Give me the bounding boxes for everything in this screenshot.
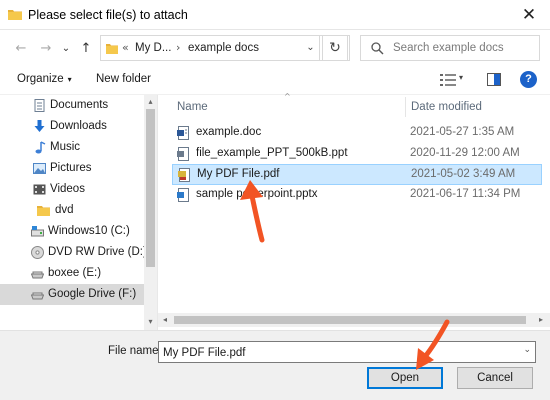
sidebar-item-dvd-rw-drive[interactable]: DVD RW Drive (D:) <box>0 242 147 263</box>
sidebar-item-label: Google Drive (F:) <box>48 288 137 300</box>
sidebar-item-music[interactable]: Music <box>0 137 144 158</box>
downloads-icon <box>34 120 45 132</box>
file-date: 2021-06-17 11:34 PM <box>410 188 521 200</box>
preview-pane-icon[interactable] <box>487 73 501 86</box>
music-icon <box>35 141 46 154</box>
sidebar-item-boxee-e[interactable]: boxee (E:) <box>0 263 144 284</box>
search-input[interactable] <box>393 40 533 56</box>
sidebar-item-label: Videos <box>50 183 85 195</box>
dialog-body: Documents Downloads Music Pictures Video… <box>0 92 550 331</box>
file-row-ppt[interactable]: file_example_PPT_500kB.ppt 2020-11-29 12… <box>172 144 542 165</box>
sidebar-item-label: Windows10 (C:) <box>48 225 130 237</box>
file-list: ^ Name Date modified example.doc 2021-05… <box>158 92 550 331</box>
scroll-down-icon[interactable]: ▾ <box>144 315 157 328</box>
sidebar-item-dvd[interactable]: dvd <box>0 200 144 221</box>
file-name: sample powerpoint.pptx <box>196 188 318 200</box>
window-title: Please select file(s) to attach <box>28 8 188 22</box>
command-toolbar: Organize ▾ New folder ▾ ? <box>0 68 550 94</box>
address-dropdown-icon[interactable]: ⌄ <box>302 35 320 61</box>
drive-icon <box>31 226 44 237</box>
sidebar-item-label: Music <box>50 141 81 153</box>
view-options-icon[interactable] <box>440 73 456 87</box>
file-name: example.doc <box>196 126 262 138</box>
sidebar-item-label: Documents <box>50 99 109 111</box>
folder-icon <box>106 44 118 54</box>
title-bar: Please select file(s) to attach ✕ <box>0 0 550 30</box>
file-name-label: File name: <box>108 345 162 357</box>
file-date: 2020-11-29 12:00 AM <box>410 147 520 159</box>
file-name: file_example_PPT_500kB.ppt <box>196 147 348 159</box>
sidebar-item-label: DVD RW Drive (D:) <box>48 246 147 258</box>
breadcrumb-my-documents[interactable]: My D... <box>135 42 171 54</box>
sidebar-scrollbar[interactable]: ▴ ▾ <box>144 95 157 331</box>
organize-button[interactable]: Organize ▾ <box>17 73 72 85</box>
chevron-down-icon: ▾ <box>67 75 72 84</box>
search-icon <box>371 42 384 55</box>
file-row-example-doc[interactable]: example.doc 2021-05-27 1:35 AM <box>172 123 542 144</box>
file-date: 2021-05-02 3:49 AM <box>411 168 516 180</box>
file-row-my-pdf-file[interactable]: My PDF File.pdf 2021-05-02 3:49 AM <box>172 164 542 185</box>
file-name-input[interactable] <box>163 345 513 360</box>
sidebar-item-downloads[interactable]: Downloads <box>0 116 144 137</box>
file-row-sample-powerpoint[interactable]: sample powerpoint.pptx 2021-06-17 11:34 … <box>172 185 542 206</box>
sidebar-item-label: Downloads <box>50 120 107 132</box>
dvd-drive-icon <box>31 246 44 259</box>
ppt-icon <box>177 147 189 161</box>
back-arrow-icon[interactable]: ← <box>12 40 30 58</box>
dialog-footer: File name: ⌄ Open Cancel <box>0 330 550 400</box>
breadcrumb-separator-icon: › <box>176 41 181 54</box>
pictures-icon <box>33 163 46 174</box>
sidebar-item-label: boxee (E:) <box>48 267 102 279</box>
pdf-icon <box>178 168 190 182</box>
cancel-button[interactable]: Cancel <box>457 367 533 389</box>
file-name-dropdown-icon[interactable]: ⌄ <box>523 345 531 355</box>
removable-drive-icon <box>31 292 44 300</box>
view-dropdown-chevron-icon[interactable]: ▾ <box>459 73 463 82</box>
search-box[interactable] <box>360 35 540 61</box>
scrollbar-thumb[interactable] <box>146 109 155 267</box>
navigation-pane: Documents Downloads Music Pictures Video… <box>0 95 158 331</box>
folder-app-icon <box>8 10 22 20</box>
scrollbar-thumb[interactable] <box>174 316 526 324</box>
sidebar-item-videos[interactable]: Videos <box>0 179 144 200</box>
file-list-horizontal-scrollbar[interactable]: ◂ ▸ <box>158 313 550 327</box>
column-header-date-modified[interactable]: Date modified <box>411 101 482 113</box>
scroll-left-icon[interactable]: ◂ <box>158 313 172 327</box>
breadcrumb-example-docs[interactable]: example docs <box>188 42 259 54</box>
help-icon[interactable]: ? <box>520 71 537 88</box>
new-folder-button[interactable]: New folder <box>96 73 151 85</box>
pptx-icon <box>177 188 189 202</box>
videos-icon <box>33 184 46 195</box>
word-doc-icon <box>177 126 189 140</box>
recent-locations-chevron-icon[interactable]: ⌄ <box>57 40 75 58</box>
overflow-chevron-icon[interactable]: « <box>122 41 129 54</box>
open-button[interactable]: Open <box>367 367 443 389</box>
scroll-right-icon[interactable]: ▸ <box>534 313 548 327</box>
forward-arrow-icon[interactable]: → <box>37 40 55 58</box>
folder-icon <box>37 206 50 216</box>
removable-drive-icon <box>31 271 44 279</box>
sort-ascending-icon: ^ <box>284 92 291 101</box>
up-arrow-icon[interactable]: ↑ <box>77 40 95 58</box>
column-header-name[interactable]: Name <box>177 101 208 113</box>
file-name: My PDF File.pdf <box>197 168 280 180</box>
sidebar-item-label: dvd <box>55 204 74 216</box>
column-divider[interactable] <box>405 97 406 117</box>
scroll-up-icon[interactable]: ▴ <box>144 95 157 108</box>
sidebar-item-documents[interactable]: Documents <box>0 95 144 116</box>
documents-icon <box>34 99 45 112</box>
sidebar-item-google-drive-f[interactable]: Google Drive (F:) <box>0 284 144 305</box>
navigation-bar: ← → ⌄ ↑ « My D... › example docs ⌄ ↻ <box>0 30 550 68</box>
close-icon[interactable]: ✕ <box>518 5 540 25</box>
sidebar-item-windows10-c[interactable]: Windows10 (C:) <box>0 221 144 242</box>
file-name-combobox[interactable]: ⌄ <box>158 341 536 363</box>
sidebar-item-pictures[interactable]: Pictures <box>0 158 144 179</box>
file-date: 2021-05-27 1:35 AM <box>410 126 515 138</box>
sidebar-item-label: Pictures <box>50 162 92 174</box>
organize-label: Organize <box>17 73 64 85</box>
refresh-icon[interactable]: ↻ <box>322 35 348 61</box>
